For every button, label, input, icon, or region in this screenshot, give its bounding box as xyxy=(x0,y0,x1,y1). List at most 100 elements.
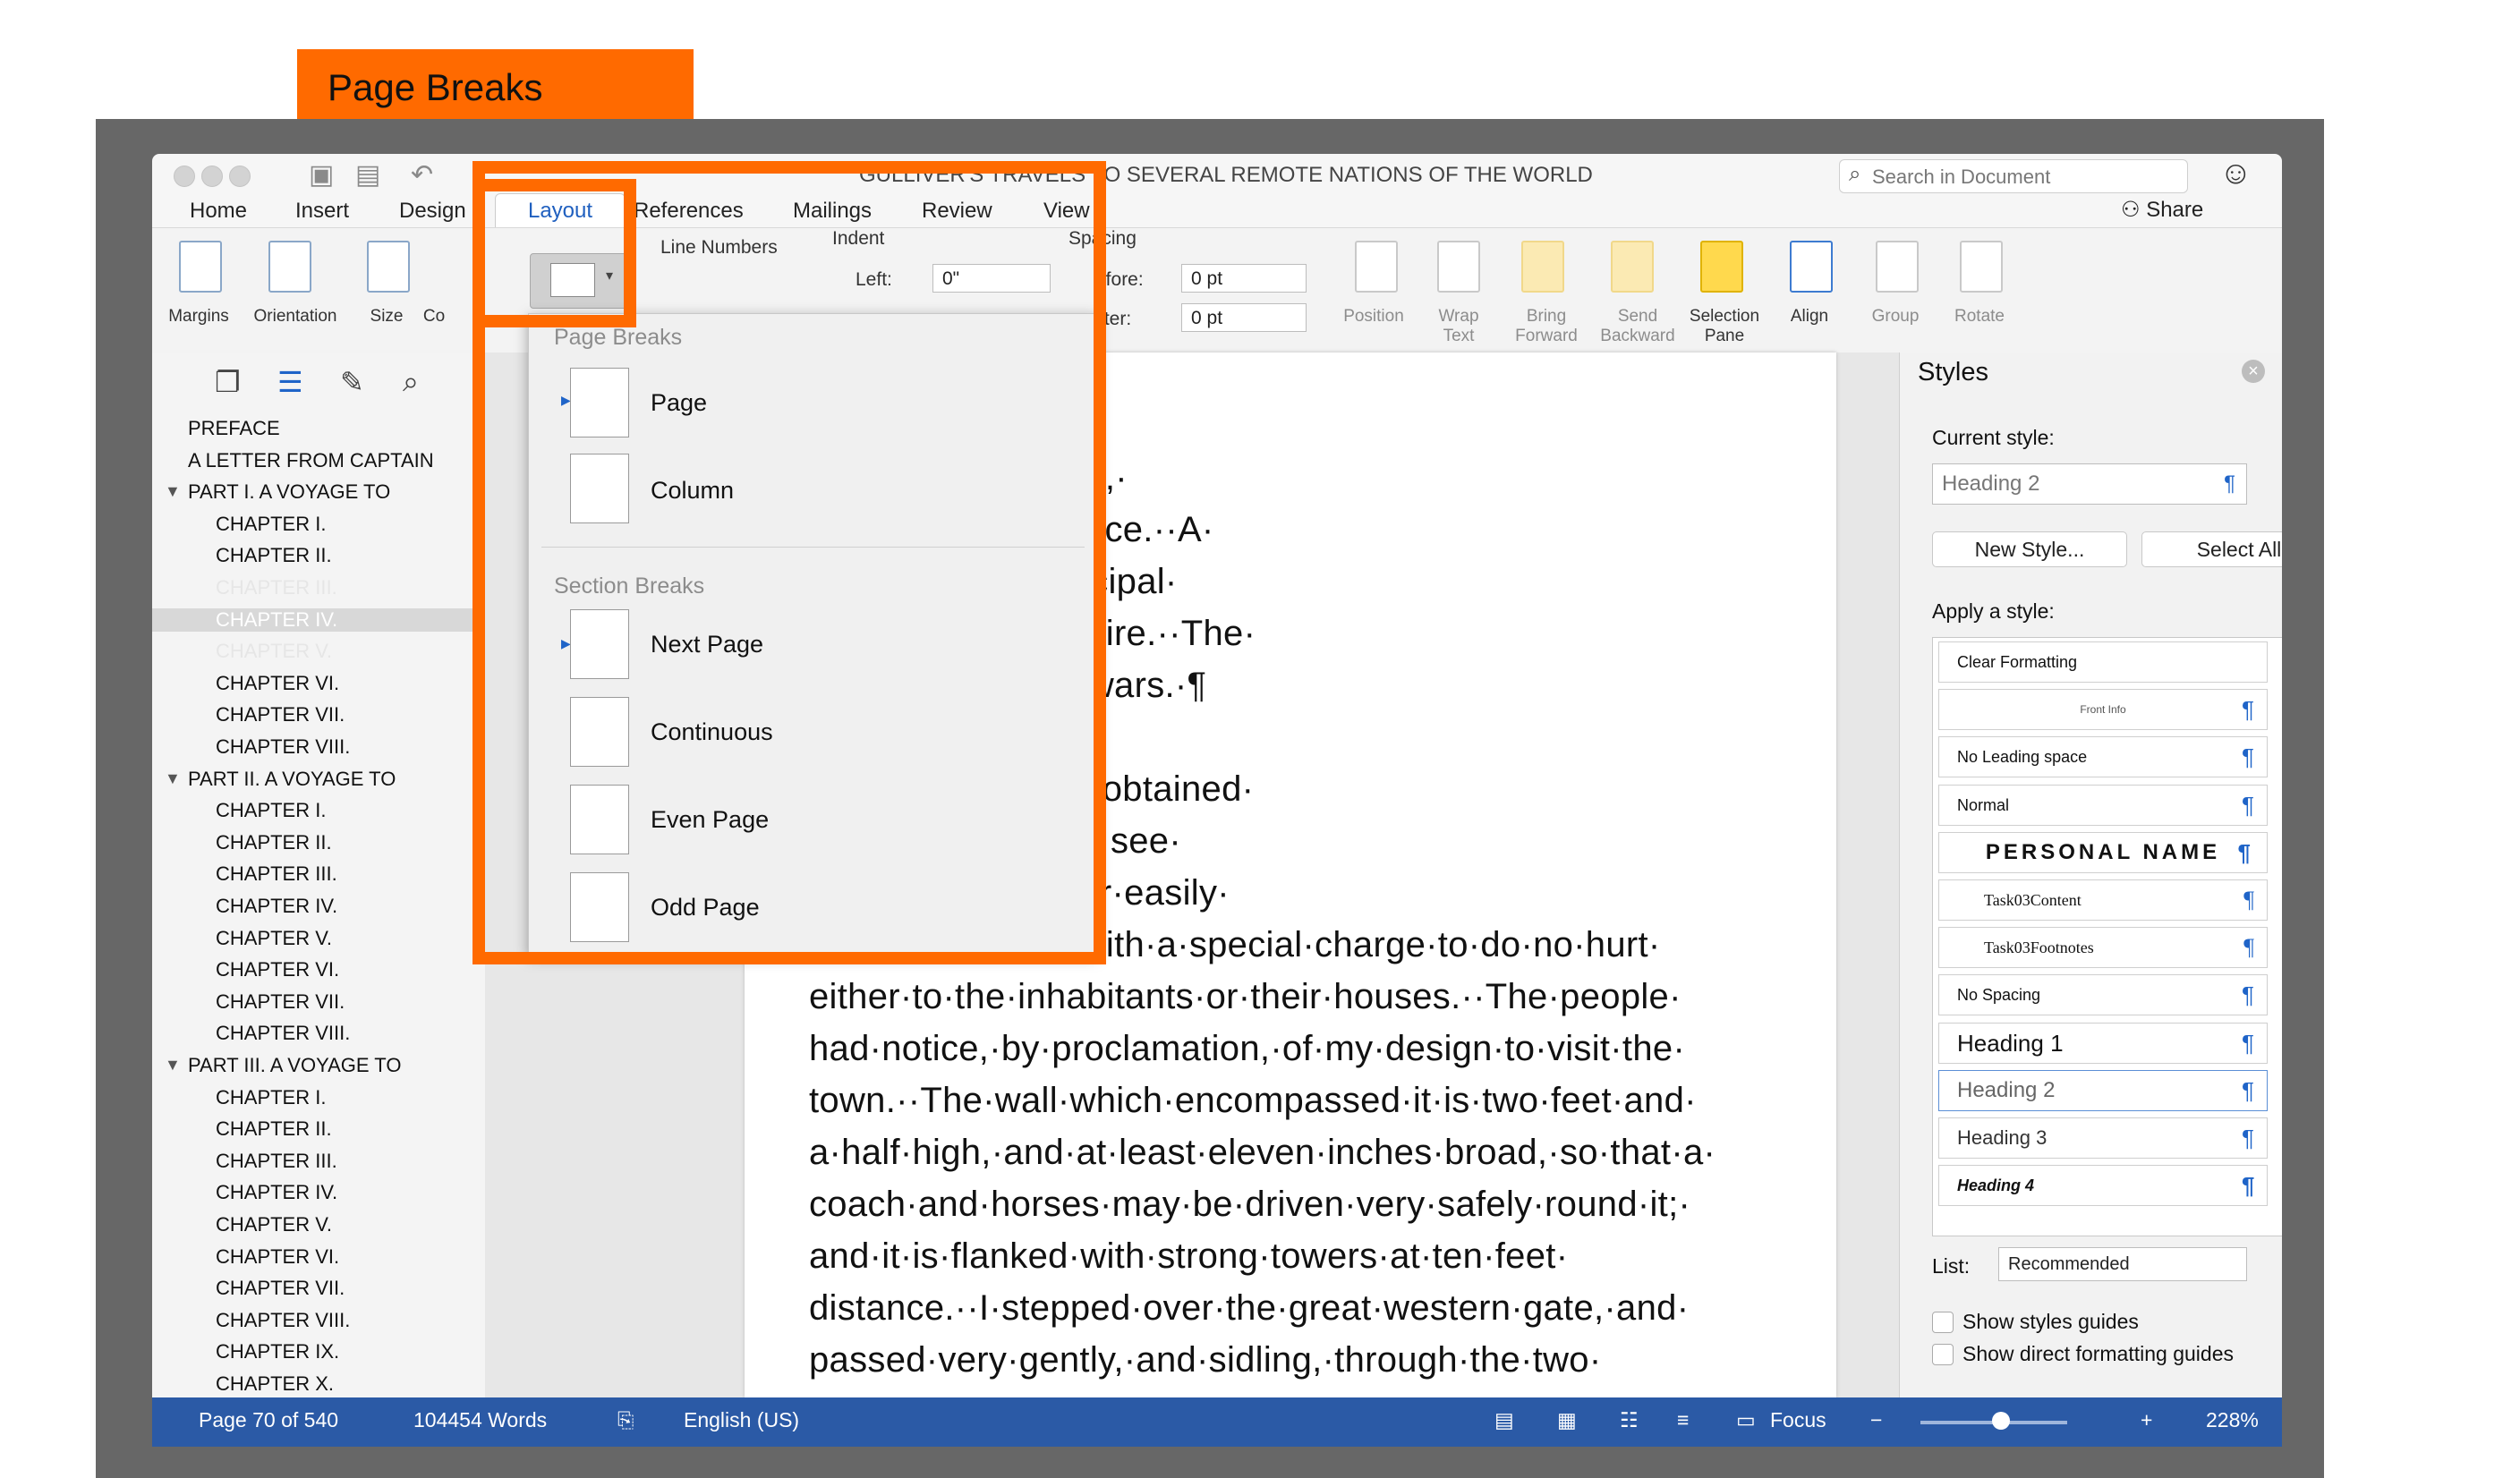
nav-item[interactable]: CHAPTER V. xyxy=(216,927,332,950)
style-item[interactable]: No Leading space ¶ xyxy=(1938,736,2268,778)
nav-item[interactable]: PREFACE xyxy=(188,417,280,440)
page-count[interactable]: Page 70 of 540 xyxy=(199,1408,338,1432)
save-icon[interactable]: ▤ xyxy=(355,159,380,191)
style-item[interactable]: Normal ¶ xyxy=(1938,784,2268,826)
nav-item[interactable]: CHAPTER V. xyxy=(216,1213,332,1236)
nav-item[interactable]: CHAPTER VI. xyxy=(216,672,339,695)
nav-item[interactable]: CHAPTER VIII. xyxy=(216,1022,350,1045)
size-icon[interactable] xyxy=(367,241,410,293)
share-button[interactable]: ⚇ Share xyxy=(2121,197,2203,223)
nav-item[interactable]: PART III. A VOYAGE TO xyxy=(188,1054,401,1077)
undo-icon[interactable]: ↶ xyxy=(411,159,433,191)
minimize-window-button[interactable] xyxy=(201,166,223,187)
style-item[interactable]: No Spacing ¶ xyxy=(1938,974,2268,1016)
disclosure-triangle-icon[interactable]: ▼ xyxy=(165,769,181,788)
nav-item[interactable]: CHAPTER VIII. xyxy=(216,735,350,759)
print-layout-icon[interactable]: ▤ xyxy=(1494,1408,1514,1432)
nav-item[interactable]: CHAPTER VIII. xyxy=(216,1309,350,1332)
zoom-window-button[interactable] xyxy=(229,166,251,187)
nav-item[interactable]: CHAPTER III. xyxy=(216,862,337,886)
nav-item[interactable]: CHAPTER V. xyxy=(216,640,332,663)
tab-design[interactable]: Design xyxy=(399,199,466,224)
current-style-field[interactable]: Heading 2 ¶ xyxy=(1932,463,2247,505)
status-bar: Page 70 of 540 104454 Words ⎘ English (U… xyxy=(152,1397,2282,1447)
nav-item[interactable]: CHAPTER X. xyxy=(216,1372,334,1396)
nav-item[interactable]: CHAPTER III. xyxy=(216,576,337,599)
search-nav-icon[interactable]: ⌕ xyxy=(403,365,419,399)
proofing-icon[interactable]: ⎘ xyxy=(617,1408,634,1432)
nav-item[interactable]: CHAPTER IV. xyxy=(216,1181,337,1204)
zoom-slider-thumb[interactable] xyxy=(1992,1412,2010,1430)
search-input[interactable]: ⌕ Search in Document xyxy=(1839,159,2188,193)
nav-item[interactable]: CHAPTER IV. xyxy=(216,895,337,918)
nav-item[interactable]: CHAPTER II. xyxy=(216,831,332,854)
spacing-before-field[interactable]: 0 pt xyxy=(1181,264,1307,293)
rotate-icon[interactable] xyxy=(1960,241,2003,293)
disclosure-triangle-icon[interactable]: ▼ xyxy=(165,482,181,501)
focus-label[interactable]: Focus xyxy=(1770,1408,1826,1432)
nav-item[interactable]: CHAPTER II. xyxy=(216,1117,332,1141)
nav-item[interactable]: CHAPTER VII. xyxy=(216,1277,345,1300)
tab-home[interactable]: Home xyxy=(190,199,247,224)
web-layout-icon[interactable]: ▦ xyxy=(1557,1408,1577,1432)
nav-item[interactable]: CHAPTER IV. xyxy=(152,607,481,632)
style-item[interactable]: Task03Content ¶ xyxy=(1938,879,2268,921)
style-item[interactable]: Heading 2 ¶ xyxy=(1938,1069,2268,1111)
show-direct-formatting-checkbox[interactable] xyxy=(1932,1344,1954,1365)
nav-item[interactable]: CHAPTER VI. xyxy=(216,958,339,981)
send-backward-icon[interactable] xyxy=(1611,241,1654,293)
bring-forward-icon[interactable] xyxy=(1521,241,1564,293)
edit-icon[interactable]: ✎ xyxy=(340,365,364,399)
close-window-button[interactable] xyxy=(174,166,195,187)
show-styles-guides-checkbox[interactable] xyxy=(1932,1312,1954,1333)
pilcrow-icon: ¶ xyxy=(2241,1172,2254,1200)
zoom-in-icon[interactable]: + xyxy=(2141,1408,2152,1432)
pilcrow-icon: ¶ xyxy=(2242,743,2254,771)
position-icon[interactable] xyxy=(1355,241,1398,293)
style-item[interactable]: Heading 4 ¶ xyxy=(1938,1165,2268,1207)
style-item[interactable]: Front Info ¶ xyxy=(1938,689,2268,731)
list-select[interactable]: Recommended xyxy=(1998,1247,2247,1281)
style-item[interactable]: Heading 3 ¶ xyxy=(1938,1117,2268,1159)
thumbnails-icon[interactable]: ❐ xyxy=(215,365,241,399)
nav-item[interactable]: A LETTER FROM CAPTAIN xyxy=(188,449,434,472)
word-count[interactable]: 104454 Words xyxy=(413,1408,547,1432)
nav-item[interactable]: CHAPTER IX. xyxy=(216,1340,339,1363)
new-style-button[interactable]: New Style... xyxy=(1932,531,2127,567)
margins-icon[interactable] xyxy=(179,241,222,293)
wrap-text-icon[interactable] xyxy=(1437,241,1480,293)
nav-item[interactable]: PART II. A VOYAGE TO xyxy=(188,768,396,791)
style-item[interactable]: Clear Formatting xyxy=(1938,641,2268,683)
orientation-icon[interactable] xyxy=(268,241,311,293)
draft-icon[interactable]: ≡ xyxy=(1677,1408,1689,1432)
close-styles-icon[interactable]: × xyxy=(2242,360,2265,383)
outline-icon[interactable]: ☷ xyxy=(1620,1408,1639,1432)
group-icon[interactable] xyxy=(1876,241,1919,293)
nav-item[interactable]: CHAPTER VII. xyxy=(216,703,345,726)
zoom-out-icon[interactable]: − xyxy=(1870,1408,1882,1432)
select-all-button[interactable]: Select All xyxy=(2141,531,2282,567)
focus-icon[interactable]: ▭ xyxy=(1736,1408,1756,1432)
selection-pane-icon[interactable] xyxy=(1700,241,1743,293)
sidebar-icon[interactable]: ▣ xyxy=(309,159,334,191)
zoom-level[interactable]: 228% xyxy=(2206,1408,2259,1432)
spacing-after-field[interactable]: 0 pt xyxy=(1181,303,1307,332)
language-status[interactable]: English (US) xyxy=(684,1408,799,1432)
nav-item[interactable]: CHAPTER I. xyxy=(216,799,326,822)
nav-item[interactable]: CHAPTER VII. xyxy=(216,990,345,1014)
style-item[interactable]: Task03Footnotes ¶ xyxy=(1938,927,2268,969)
style-item[interactable]: Heading 1 ¶ xyxy=(1938,1022,2268,1064)
nav-item[interactable]: CHAPTER II. xyxy=(216,544,332,567)
align-label: Align xyxy=(1790,307,1829,326)
disclosure-triangle-icon[interactable]: ▼ xyxy=(165,1056,181,1075)
nav-item[interactable]: CHAPTER I. xyxy=(216,1086,326,1109)
feedback-smiley-icon[interactable]: ☺ xyxy=(2219,154,2252,191)
nav-item[interactable]: CHAPTER I. xyxy=(216,513,326,536)
align-icon[interactable] xyxy=(1790,241,1833,293)
nav-item[interactable]: CHAPTER VI. xyxy=(216,1245,339,1269)
style-item[interactable]: PERSONAL NAME ¶ xyxy=(1938,831,2268,873)
document-map-icon[interactable]: ☰ xyxy=(277,365,303,399)
tab-insert[interactable]: Insert xyxy=(295,199,349,224)
nav-item[interactable]: PART I. A VOYAGE TO xyxy=(188,480,390,504)
nav-item[interactable]: CHAPTER III. xyxy=(216,1150,337,1173)
